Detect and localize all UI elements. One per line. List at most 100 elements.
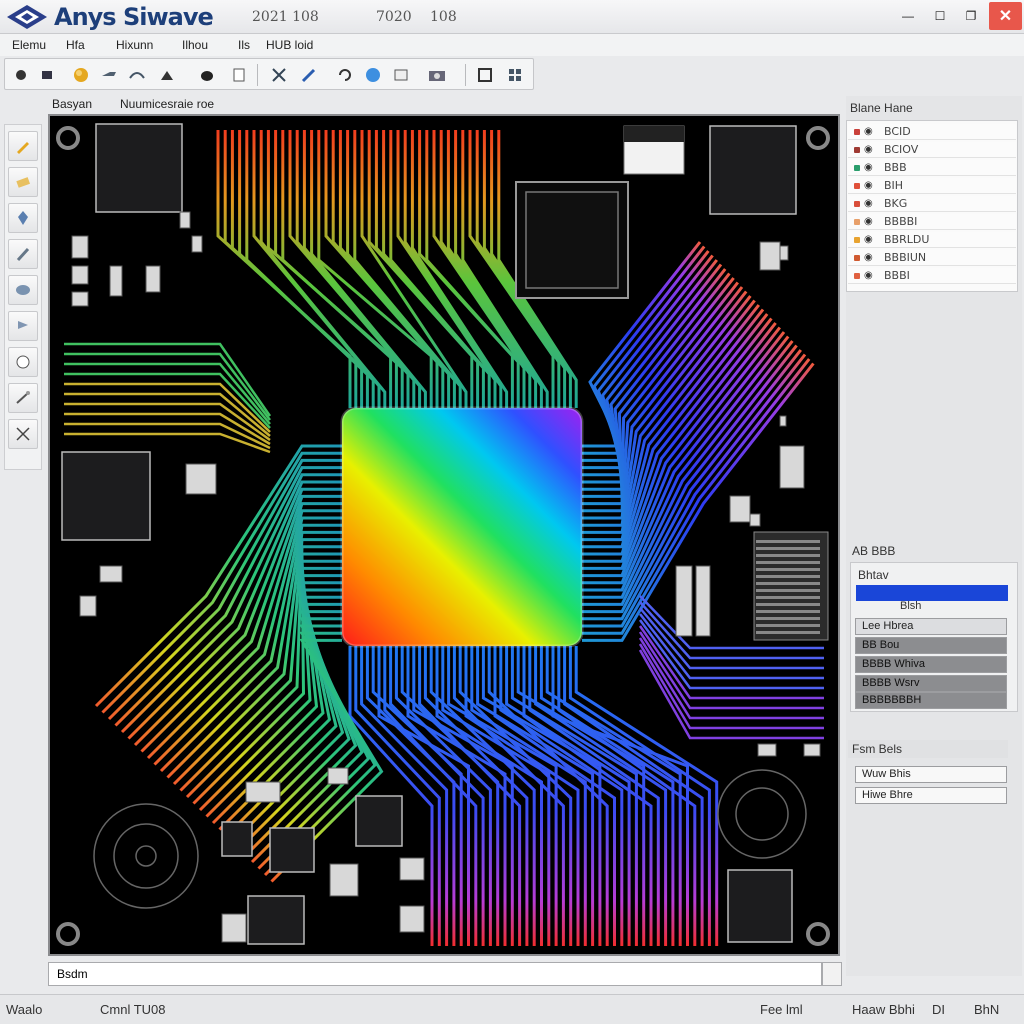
layer-label: BCID bbox=[884, 125, 911, 138]
shovel-icon[interactable] bbox=[8, 239, 38, 269]
flag-icon[interactable] bbox=[8, 311, 38, 341]
layer-color-swatch bbox=[854, 147, 860, 153]
layer-row[interactable]: ◉ BBBIUN bbox=[848, 250, 1016, 266]
circle-icon[interactable] bbox=[9, 63, 33, 87]
layer-row[interactable]: ◉ BBB bbox=[848, 160, 1016, 176]
title-number: 108 bbox=[430, 9, 457, 25]
layer-color-swatch bbox=[854, 273, 860, 279]
rotate-icon[interactable] bbox=[333, 63, 357, 87]
design-name: Nuumicesraie roe bbox=[120, 97, 215, 111]
wand-icon[interactable] bbox=[8, 383, 38, 413]
prop-row[interactable]: BB Bou bbox=[855, 637, 1007, 654]
pen-icon[interactable] bbox=[297, 63, 321, 87]
layer-row[interactable]: ◉ BBBBI bbox=[848, 214, 1016, 230]
status-bar: Waalo Cmnl TU08 Fee lml Haaw Bbhi DI BhN bbox=[0, 994, 1024, 1024]
layer-label: BIH bbox=[884, 179, 904, 192]
toolbar-separator bbox=[257, 64, 258, 86]
board-icon[interactable] bbox=[227, 63, 251, 87]
maximize-button[interactable]: ☐ bbox=[925, 2, 955, 30]
layer-row[interactable]: ◉ BBRLDU bbox=[848, 232, 1016, 248]
ansys-logo-icon bbox=[7, 5, 47, 29]
layer-label: BBBIUN bbox=[884, 251, 927, 264]
menu-item-5[interactable]: Ils bbox=[238, 38, 250, 52]
props-panel-header: AB BBB bbox=[852, 544, 896, 558]
minimize-icon: — bbox=[902, 9, 914, 23]
square-icon[interactable] bbox=[35, 63, 59, 87]
eye-icon[interactable]: ◉ bbox=[864, 270, 873, 281]
status-item-2: Haaw Bbhi bbox=[852, 1002, 915, 1017]
eye-icon[interactable]: ◉ bbox=[864, 144, 873, 155]
left-toolbox bbox=[4, 124, 42, 470]
layer-color-swatch bbox=[854, 183, 860, 189]
layer-color-swatch bbox=[854, 129, 860, 135]
frame-icon[interactable] bbox=[473, 63, 497, 87]
prop-row[interactable]: BBBB Whiva bbox=[855, 656, 1007, 673]
grid-icon[interactable] bbox=[503, 63, 527, 87]
measure-icon[interactable] bbox=[8, 419, 38, 449]
menu-item-1[interactable]: Elemu bbox=[12, 38, 46, 52]
eye-icon[interactable]: ◉ bbox=[864, 198, 873, 209]
layer-row[interactable]: ◉ BKG bbox=[848, 196, 1016, 212]
menu-item-6[interactable]: HUB loid bbox=[266, 38, 313, 52]
cut-icon[interactable] bbox=[267, 63, 291, 87]
wave-icon[interactable] bbox=[125, 63, 149, 87]
menu-item-3[interactable]: Hixunn bbox=[116, 38, 153, 52]
ic-top-left bbox=[95, 123, 183, 213]
prop-row[interactable]: BBBB Wsrv bbox=[855, 675, 1007, 692]
layer-color-swatch bbox=[854, 237, 860, 243]
menu-item-4[interactable]: Ilhou bbox=[182, 38, 208, 52]
layer-row[interactable]: ◉ BCIOV bbox=[848, 142, 1016, 158]
layers-panel-title: Blane Hane bbox=[850, 101, 913, 115]
pin-icon[interactable] bbox=[8, 203, 38, 233]
props-selected-label: Blsh bbox=[900, 600, 922, 612]
minimize-button[interactable]: — bbox=[893, 2, 923, 30]
prop-row[interactable]: Lee Hbrea bbox=[855, 618, 1007, 635]
camera-icon[interactable] bbox=[425, 63, 449, 87]
status-item-4: BhN bbox=[974, 1002, 1000, 1017]
box-icon[interactable] bbox=[389, 63, 413, 87]
ic-top-right bbox=[709, 125, 797, 215]
layer-label: BBB bbox=[884, 161, 907, 174]
analysis-row[interactable]: Wuw Bhis bbox=[855, 766, 1007, 783]
menu-bar: Elemu Hfa Hixunn Ilhou Ils HUB loid bbox=[0, 34, 1024, 56]
command-input[interactable] bbox=[48, 962, 822, 986]
menu-item-2[interactable]: Hfa bbox=[66, 38, 85, 52]
sphere-icon[interactable] bbox=[69, 63, 93, 87]
props-selected-bar[interactable] bbox=[856, 585, 1008, 601]
layer-color-swatch bbox=[854, 255, 860, 261]
close-button[interactable]: ✕ bbox=[989, 2, 1022, 30]
layer-row[interactable]: ◉ BBBI bbox=[848, 268, 1016, 284]
eye-icon[interactable]: ◉ bbox=[864, 162, 873, 173]
probe-icon[interactable] bbox=[97, 63, 121, 87]
sphere-dark-icon[interactable] bbox=[155, 63, 179, 87]
command-dropdown-button[interactable] bbox=[822, 962, 842, 986]
eye-icon[interactable]: ◉ bbox=[864, 252, 873, 263]
restore-button[interactable]: ❐ bbox=[956, 2, 986, 30]
disc-icon[interactable] bbox=[8, 275, 38, 305]
circle-cut-icon[interactable] bbox=[8, 347, 38, 377]
props-panel-title: Bhtav bbox=[858, 568, 889, 582]
prop-row[interactable]: BBBBBBBH bbox=[855, 692, 1007, 709]
title-version: 2021 108 bbox=[252, 9, 319, 25]
eye-icon[interactable]: ◉ bbox=[864, 216, 873, 227]
layer-row[interactable]: ◉ BIH bbox=[848, 178, 1016, 194]
circle-dark-icon[interactable] bbox=[195, 63, 219, 87]
pencil-icon[interactable] bbox=[8, 131, 38, 161]
eraser-icon[interactable] bbox=[8, 167, 38, 197]
analysis-row[interactable]: Hiwe Bhre bbox=[855, 787, 1007, 804]
status-item-1: Fee lml bbox=[760, 1002, 803, 1017]
status-item-3: DI bbox=[932, 1002, 945, 1017]
eye-icon[interactable]: ◉ bbox=[864, 126, 873, 137]
layer-color-swatch bbox=[854, 219, 860, 225]
layer-label: BBRLDU bbox=[884, 233, 930, 246]
layer-color-swatch bbox=[854, 201, 860, 207]
ic-left bbox=[61, 451, 151, 541]
layer-label: BBBBI bbox=[884, 215, 918, 228]
pcb-canvas[interactable] bbox=[48, 114, 840, 956]
layer-row[interactable]: ◉ BCID bbox=[848, 124, 1016, 140]
globe-icon[interactable] bbox=[361, 63, 385, 87]
eye-icon[interactable]: ◉ bbox=[864, 234, 873, 245]
analysis-panel-title: Fsm Bels bbox=[852, 742, 903, 756]
app-title: Anys Siwave bbox=[54, 3, 214, 31]
eye-icon[interactable]: ◉ bbox=[864, 180, 873, 191]
